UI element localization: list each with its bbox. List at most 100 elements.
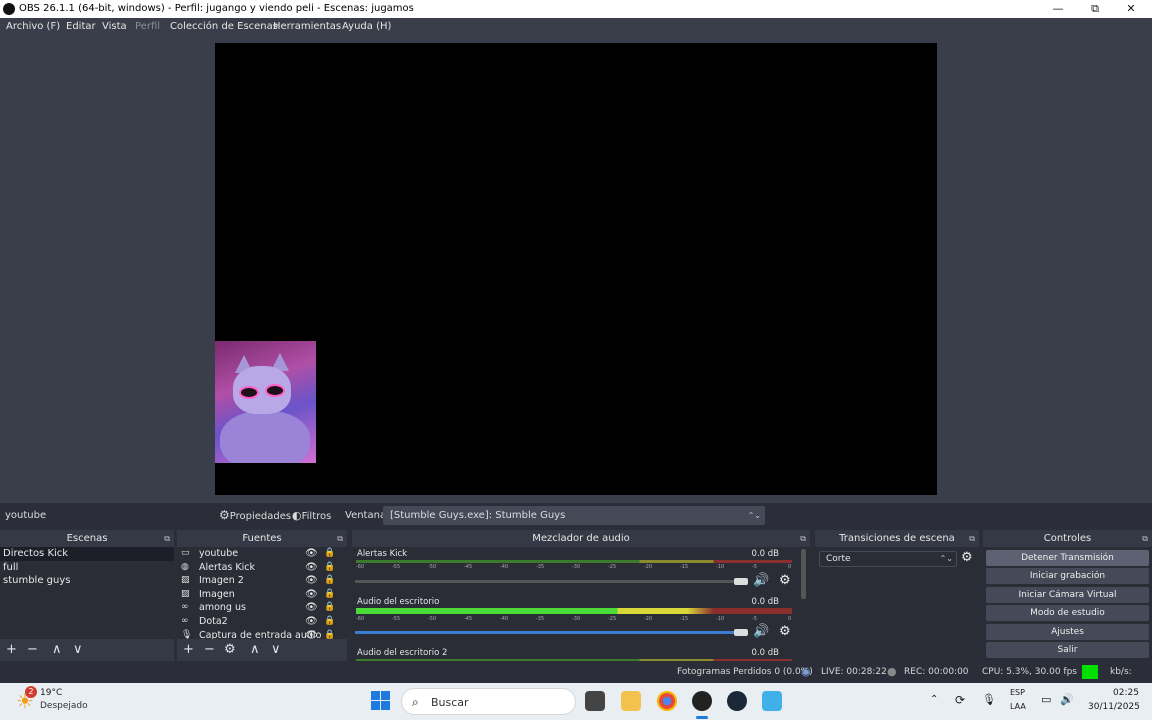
gear-icon[interactable]: ⚙ [961, 550, 973, 565]
lock-icon[interactable]: 🔒 [324, 561, 335, 575]
source-properties-button[interactable]: ⚙ [224, 639, 236, 661]
exit-button[interactable]: Salir [986, 642, 1149, 658]
popout-icon[interactable]: ⧉ [800, 530, 806, 547]
sync-icon[interactable]: ⟳ [955, 693, 965, 707]
obs-window: OBS 26.1.1 (64-bit, windows) - Perfil: j… [0, 0, 1152, 720]
lock-icon[interactable]: 🔒 [324, 615, 335, 629]
menu-herramientas[interactable]: Herramientas [273, 18, 341, 36]
transition-select[interactable]: Corte ⌃⌄ [819, 551, 957, 567]
game-app-icon[interactable] [762, 691, 782, 711]
source-item[interactable]: 🎙 Captura de entrada audio 👁 🔒 [177, 629, 347, 639]
lock-icon[interactable]: 🔒 [324, 601, 335, 615]
weather-desc[interactable]: Despejado [40, 701, 88, 711]
source-item[interactable]: ▨ Imagen 👁 🔒 [177, 588, 347, 602]
lang-secondary[interactable]: LAA [1010, 702, 1026, 711]
image-icon: ▨ [181, 588, 190, 599]
eye-icon[interactable]: 👁 [305, 601, 318, 615]
windows-taskbar: ☀ 2 19°C Despejado ⌕ Buscar ⌃ ⟳ 🎙 ESP LA… [0, 683, 1152, 720]
task-view-icon[interactable] [585, 691, 605, 711]
scene-item[interactable]: stumble guys [0, 574, 174, 588]
move-up-button[interactable]: ∧ [52, 639, 62, 661]
scene-item[interactable]: full [0, 561, 174, 575]
volume-slider[interactable] [355, 580, 739, 583]
weather-temp[interactable]: 19°C [40, 688, 62, 698]
chrome-icon[interactable] [657, 691, 677, 711]
volume-icon[interactable]: 🔊 [1060, 693, 1074, 706]
eye-icon[interactable]: 👁 [305, 615, 318, 629]
steam-icon[interactable] [727, 691, 747, 711]
lock-icon[interactable]: 🔒 [324, 547, 335, 561]
obs-taskbar-icon[interactable] [692, 691, 712, 711]
lang-primary[interactable]: ESP [1010, 688, 1025, 697]
lock-icon[interactable]: 🔒 [324, 629, 335, 639]
minimize-button[interactable]: — [1042, 0, 1074, 18]
filters-button[interactable]: ◐Filtros [292, 503, 331, 528]
lock-icon[interactable]: 🔒 [324, 574, 335, 588]
add-scene-button[interactable]: + [6, 639, 17, 661]
chevron-up-icon[interactable]: ⌃ [930, 694, 938, 705]
popout-icon[interactable]: ⧉ [164, 530, 170, 547]
remove-source-button[interactable]: − [204, 639, 215, 661]
start-virtual-camera-button[interactable]: Iniciar Cámara Virtual [986, 587, 1149, 603]
network-icon[interactable]: ▭ [1041, 693, 1051, 706]
stop-streaming-button[interactable]: Detener Transmisión [986, 550, 1149, 566]
source-item[interactable]: ∞ Dota2 👁 🔒 [177, 615, 347, 629]
preview-canvas[interactable] [215, 43, 937, 495]
cpu-fps: CPU: 5.3%, 30.00 fps [982, 667, 1077, 677]
updown-icon: ⌃⌄ [939, 554, 953, 563]
properties-button[interactable]: ⚙Propiedades [219, 503, 291, 528]
volume-meter [356, 611, 792, 614]
menu-archivo[interactable]: Archivo (F) [6, 18, 60, 36]
menu-vista[interactable]: Vista [102, 18, 127, 36]
eye-icon[interactable]: 👁 [305, 629, 318, 639]
menu-editar[interactable]: Editar [66, 18, 96, 36]
eye-icon[interactable]: 👁 [305, 574, 318, 588]
source-item[interactable]: ∞ among us 👁 🔒 [177, 601, 347, 615]
start-recording-button[interactable]: Iniciar grabación [986, 568, 1149, 584]
popout-icon[interactable]: ⧉ [969, 530, 975, 547]
source-item[interactable]: ◍ Alertas Kick 👁 🔒 [177, 561, 347, 575]
move-up-button[interactable]: ∧ [250, 639, 260, 661]
maximize-button[interactable]: ⧉ [1079, 0, 1111, 18]
menu-coleccion-escenas[interactable]: Colección de Escenas [170, 18, 278, 36]
move-down-button[interactable]: ∨ [271, 639, 281, 661]
window-icon: ▭ [181, 548, 190, 558]
taskbar-search[interactable]: ⌕ Buscar [401, 688, 576, 715]
menu-perfil[interactable]: Perfil [135, 18, 160, 36]
eye-icon[interactable]: 👁 [305, 547, 318, 561]
speaker-icon[interactable]: 🔊 [753, 573, 769, 588]
source-item[interactable]: ▭ youtube 👁 🔒 [177, 547, 347, 561]
remove-scene-button[interactable]: − [27, 639, 38, 661]
cat-image-source[interactable] [215, 341, 316, 463]
gear-icon[interactable]: ⚙ [779, 624, 791, 639]
volume-slider[interactable] [355, 631, 739, 634]
volume-slider-handle[interactable] [734, 578, 748, 585]
weather-badge: 2 [25, 686, 37, 698]
file-explorer-icon[interactable] [621, 691, 641, 711]
studio-mode-button[interactable]: Modo de estudio [986, 605, 1149, 621]
volume-slider-handle[interactable] [734, 629, 748, 636]
scene-item[interactable]: Directos Kick [0, 547, 174, 561]
mixer-scrollbar[interactable] [801, 549, 806, 599]
menu-ayuda[interactable]: Ayuda (H) [342, 18, 391, 36]
source-item[interactable]: ▨ Imagen 2 👁 🔒 [177, 574, 347, 588]
eye-icon[interactable]: 👁 [305, 588, 318, 602]
window-select[interactable]: [Stumble Guys.exe]: Stumble Guys ⌃⌄ [383, 506, 765, 525]
windows-start-icon[interactable] [371, 691, 391, 711]
lock-icon[interactable]: 🔒 [324, 588, 335, 602]
settings-button[interactable]: Ajustes [986, 624, 1149, 640]
popout-icon[interactable]: ⧉ [337, 530, 343, 547]
speaker-icon[interactable]: 🔊 [753, 624, 769, 639]
add-source-button[interactable]: + [183, 639, 194, 661]
scenes-dock: Escenas ⧉ Directos Kick full stumble guys… [0, 530, 174, 661]
gear-icon[interactable]: ⚙ [779, 573, 791, 588]
scenes-list: Directos Kick full stumble guys [0, 547, 174, 639]
clock-time[interactable]: 02:25 [1113, 688, 1139, 698]
eye-icon[interactable]: 👁 [305, 561, 318, 575]
clock-date[interactable]: 30/11/2025 [1088, 702, 1140, 712]
transitions-dock: Transiciones de escena ⧉ Corte ⌃⌄ ⚙ [815, 530, 979, 661]
close-button[interactable]: ✕ [1115, 0, 1147, 18]
mic-icon[interactable]: 🎙 [982, 693, 996, 706]
move-down-button[interactable]: ∨ [73, 639, 83, 661]
popout-icon[interactable]: ⧉ [1142, 530, 1148, 547]
